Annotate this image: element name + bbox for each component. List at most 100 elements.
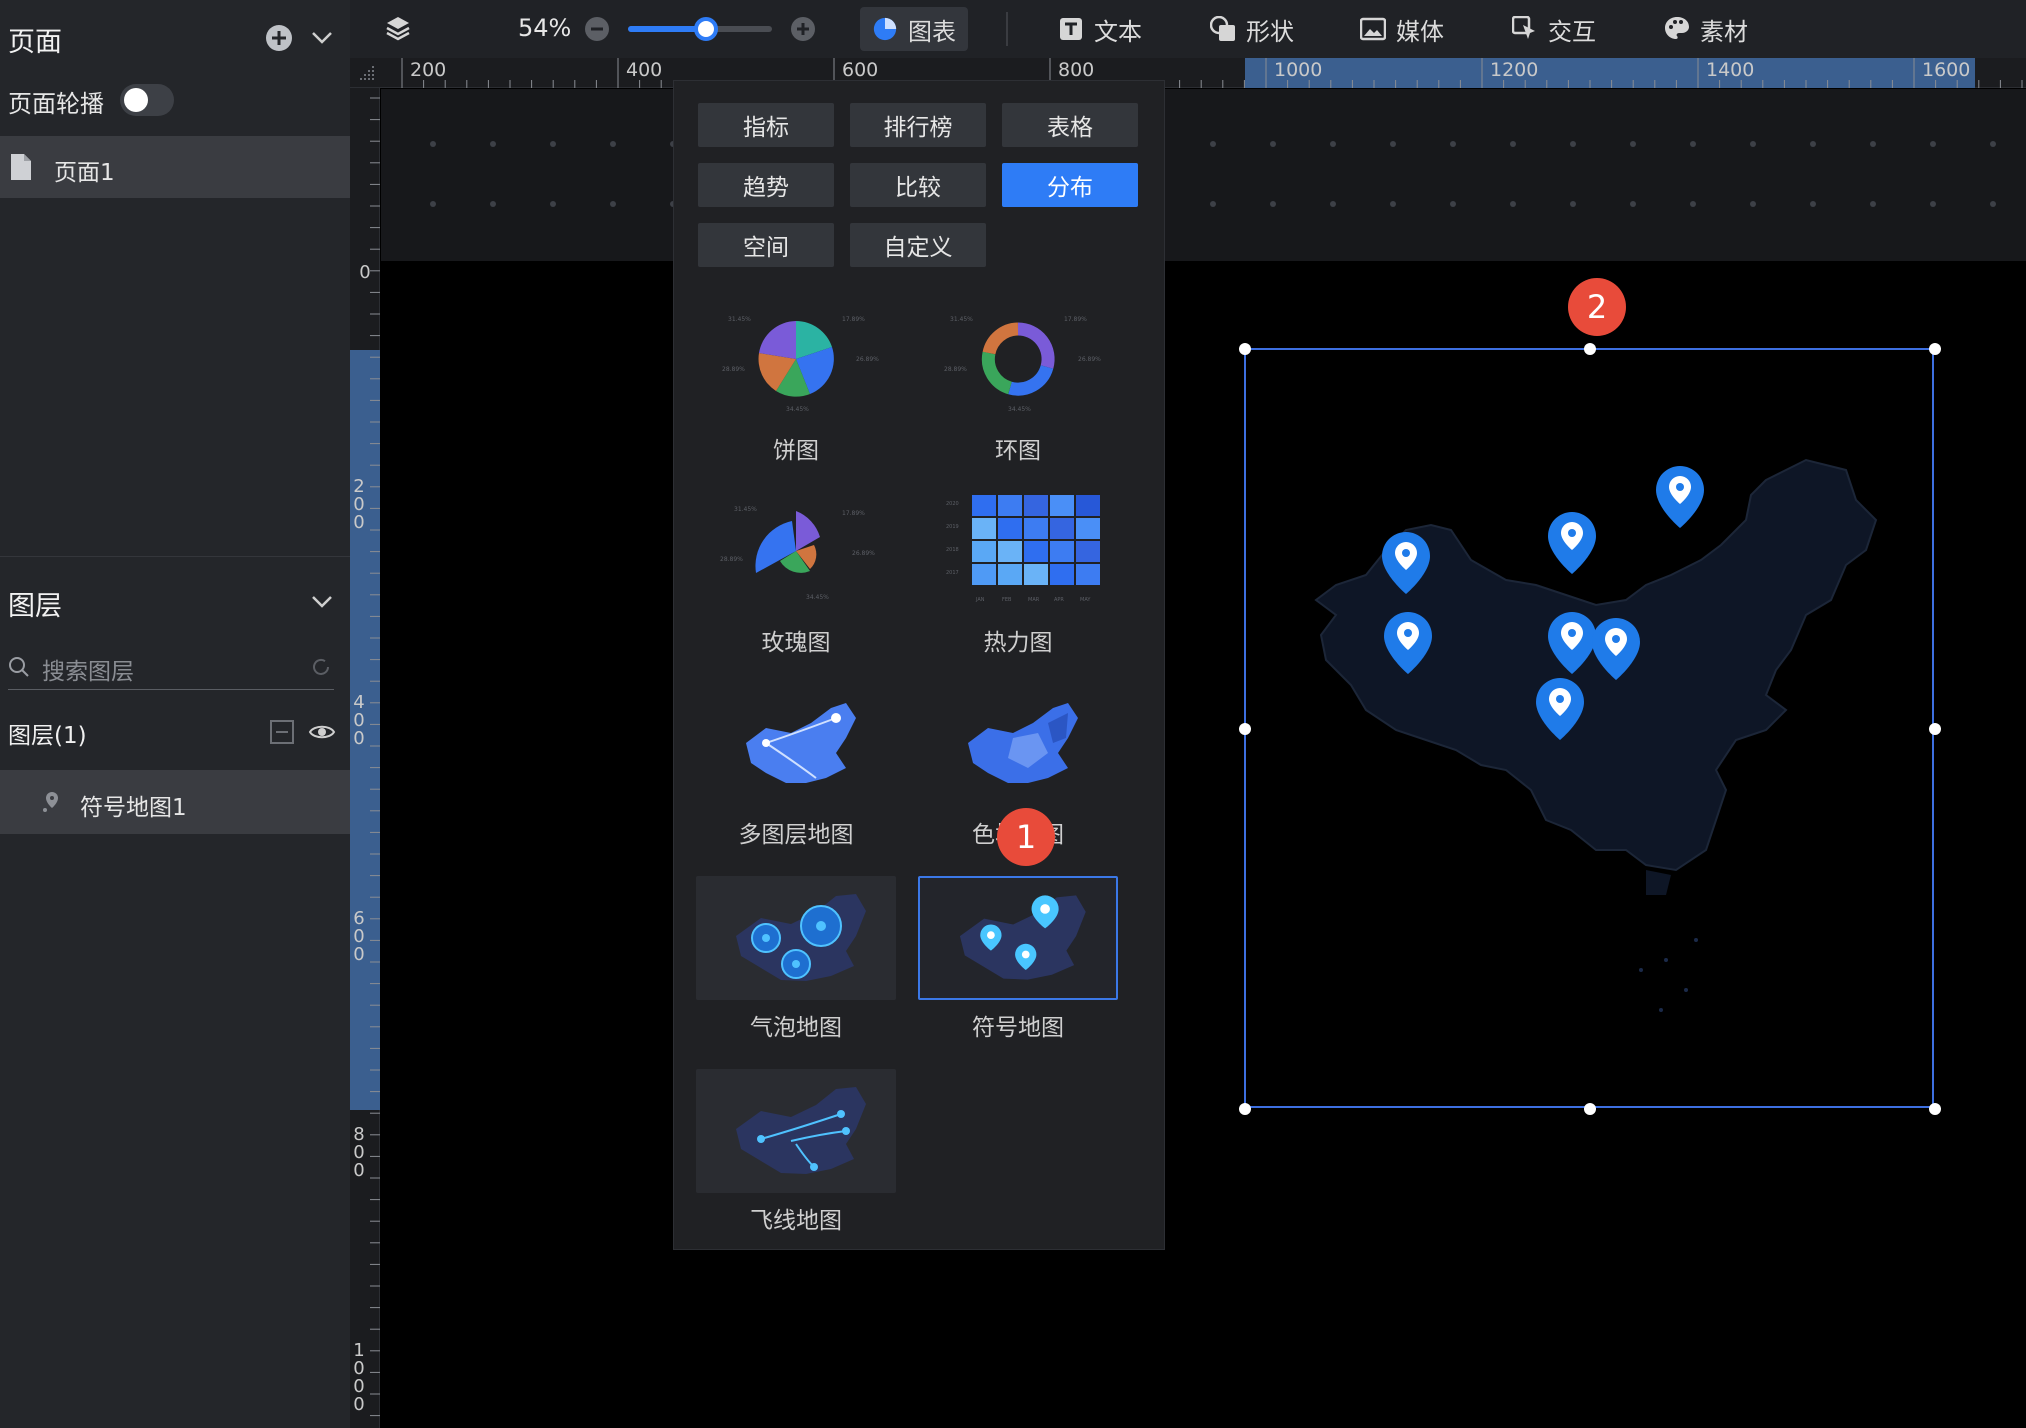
grid-dot — [1270, 141, 1276, 147]
top-toolbar: 54% 图表 文本 形状 媒体 交互 素材 — [350, 0, 2026, 58]
category-button-active[interactable]: 分布 — [1002, 163, 1138, 207]
chart-item-label: 热力图 — [983, 630, 1053, 656]
rose-percent-label: 31.45% — [734, 506, 757, 513]
refresh-icon[interactable] — [310, 656, 332, 682]
heatmap-cell — [998, 541, 1022, 562]
step-badge-2: 2 — [1568, 278, 1626, 336]
resize-handle[interactable] — [1929, 343, 1941, 355]
grid-dot — [610, 201, 616, 207]
category-button[interactable]: 表格 — [1002, 103, 1138, 147]
ruler-ticks — [401, 58, 2023, 88]
layers-stack-icon[interactable] — [384, 14, 412, 46]
vruler-label: 1000 — [353, 1340, 365, 1415]
tool-media[interactable]: 媒体 — [1348, 7, 1456, 51]
donut-percent-label: 26.89% — [1078, 356, 1101, 363]
category-button[interactable]: 指标 — [698, 103, 834, 147]
chart-item-pie[interactable]: 31.45% 17.89% 26.89% 34.45% 28.89% 饼图 — [696, 299, 896, 465]
dot-grid — [430, 141, 1996, 207]
layer-search-input[interactable]: 搜索图层 — [8, 652, 334, 690]
layers-chevron-down-icon[interactable] — [310, 592, 334, 616]
chart-item-label: 环图 — [995, 438, 1041, 464]
tool-media-label: 媒体 — [1396, 17, 1444, 46]
page-item[interactable]: 页面1 — [0, 136, 350, 198]
heatmap-cell — [1076, 564, 1100, 585]
heatmap-year-label: 2020 — [946, 501, 959, 507]
chart-item-bubble-map[interactable]: 气泡地图 — [696, 876, 896, 1042]
ruler-label: 1200 — [1490, 59, 1539, 81]
selected-map-component[interactable] — [1239, 343, 1941, 1115]
donut-chart-thumbnail: 31.45% 17.89% 26.89% 34.45% 28.89% — [918, 299, 1118, 423]
grid-dot — [1750, 141, 1756, 147]
chart-item-flight-map[interactable]: 飞线地图 — [696, 1069, 896, 1235]
grid-dot — [1750, 201, 1756, 207]
layer-item[interactable]: 符号地图1 — [0, 770, 350, 834]
resize-handle[interactable] — [1929, 723, 1941, 735]
category-button[interactable]: 趋势 — [698, 163, 834, 207]
grid-dot — [1270, 201, 1276, 207]
zoom-out-icon[interactable] — [584, 16, 610, 46]
tool-shape-label: 形状 — [1246, 17, 1294, 46]
grid-dot — [610, 141, 616, 147]
resize-handle[interactable] — [1239, 1103, 1251, 1115]
rose-percent-label: 26.89% — [852, 550, 875, 557]
map-pin-icon — [1530, 674, 1590, 748]
zoom-slider-handle[interactable] — [694, 17, 718, 41]
ruler-label: 400 — [626, 59, 663, 81]
tool-interaction[interactable]: 交互 — [1500, 7, 1608, 51]
flight-map-thumbnail — [696, 1069, 896, 1193]
vruler-label: 600 — [353, 908, 365, 965]
chevron-down-icon[interactable] — [310, 28, 334, 52]
tool-chart[interactable]: 图表 — [860, 7, 968, 51]
tool-text-label: 文本 — [1094, 17, 1142, 46]
grid-dot — [550, 141, 556, 147]
grid-dot — [1570, 201, 1576, 207]
donut-percent-label: 34.45% — [1008, 406, 1031, 413]
resize-handle[interactable] — [1929, 1103, 1941, 1115]
category-button[interactable]: 比较 — [850, 163, 986, 207]
zoom-in-icon[interactable] — [790, 16, 816, 46]
tool-assets-label: 素材 — [1700, 17, 1748, 46]
chart-item-multilayer-map[interactable]: 多图层地图 — [696, 683, 896, 849]
heatmap-cell — [972, 564, 996, 585]
rose-percent-label: 17.89% — [842, 510, 865, 517]
collapse-all-icon[interactable] — [270, 720, 294, 748]
grid-dot — [490, 141, 496, 147]
tool-text[interactable]: 文本 — [1046, 7, 1154, 51]
heatmap-month-label: APR — [1054, 597, 1064, 603]
zoom-slider[interactable] — [628, 17, 772, 41]
resize-handle[interactable] — [1584, 343, 1596, 355]
add-page-icon[interactable] — [265, 24, 293, 56]
eye-icon[interactable] — [308, 720, 336, 748]
chart-item-donut[interactable]: 31.45% 17.89% 26.89% 34.45% 28.89% 环图 — [918, 299, 1118, 465]
tool-shape[interactable]: 形状 — [1198, 7, 1306, 51]
rose-chart-thumbnail: 31.45% 17.89% 26.89% 34.45% 28.89% — [696, 491, 896, 615]
zoom-value: 54% — [518, 14, 572, 42]
heatmap-cell — [972, 518, 996, 539]
heatmap-cell — [1076, 541, 1100, 562]
chart-item-label: 饼图 — [773, 438, 819, 464]
chart-item-label: 多图层地图 — [738, 822, 854, 848]
category-button[interactable]: 排行榜 — [850, 103, 986, 147]
heatmap-cell — [998, 518, 1022, 539]
category-button[interactable]: 自定义 — [850, 223, 986, 267]
heatmap-cell — [1024, 541, 1048, 562]
donut-percent-label: 31.45% — [950, 316, 973, 323]
layer-item-label: 符号地图1 — [80, 795, 187, 821]
carousel-label: 页面轮播 — [8, 90, 104, 118]
chart-item-rose[interactable]: 31.45% 17.89% 26.89% 34.45% 28.89% 玫瑰图 — [696, 491, 896, 657]
chart-item-symbol-map[interactable]: 符号地图 — [918, 876, 1118, 1042]
grid-dot — [1390, 201, 1396, 207]
ruler-label: 800 — [1058, 59, 1095, 81]
chart-item-heatmap[interactable]: 2020 2019 2018 2017 JAN FEB MAR APR MAY … — [918, 491, 1118, 657]
grid-dot — [1210, 141, 1216, 147]
resize-handle[interactable] — [1584, 1103, 1596, 1115]
carousel-toggle[interactable] — [120, 84, 174, 116]
grid-dot — [1810, 201, 1816, 207]
heatmap-cell — [998, 495, 1022, 516]
palette-icon — [1664, 16, 1690, 42]
tool-assets[interactable]: 素材 — [1652, 7, 1760, 51]
category-button[interactable]: 空间 — [698, 223, 834, 267]
resize-handle[interactable] — [1239, 343, 1251, 355]
chart-item-label: 飞线地图 — [750, 1208, 842, 1234]
resize-handle[interactable] — [1239, 723, 1251, 735]
